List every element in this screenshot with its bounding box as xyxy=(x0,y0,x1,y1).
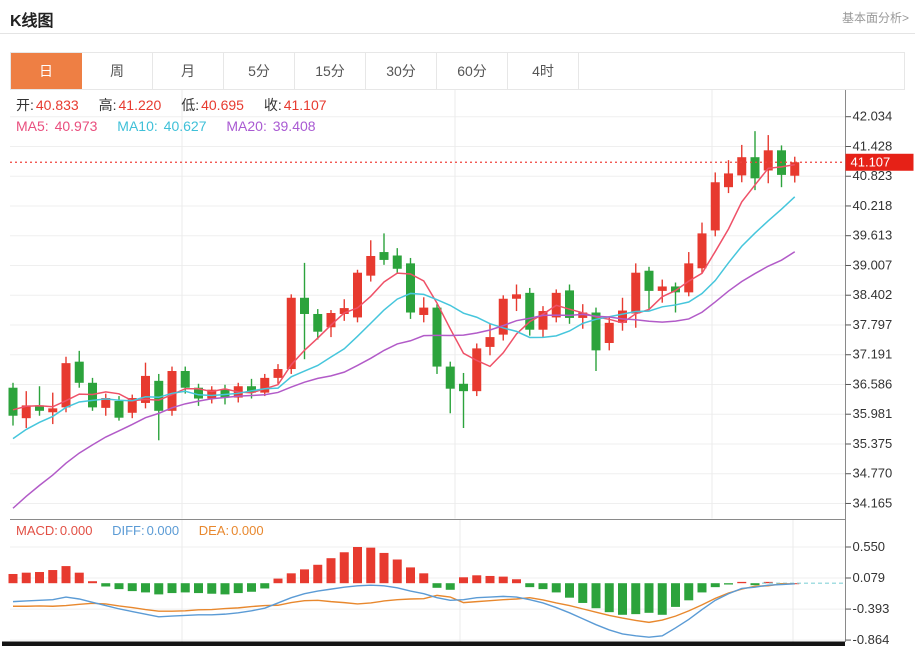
svg-text:41.107: 41.107 xyxy=(851,155,891,170)
open-value: 40.833 xyxy=(35,97,79,113)
macd-value: 0.000 xyxy=(59,523,93,538)
svg-text:-0.864: -0.864 xyxy=(853,632,890,647)
low-label: 低: xyxy=(181,97,200,113)
low-value: 40.695 xyxy=(201,97,244,113)
kline-page: { "header": { "title": "K线图", "link": "基… xyxy=(0,0,915,648)
svg-text:38.402: 38.402 xyxy=(853,287,893,302)
ma20-value: 39.408 xyxy=(272,118,316,134)
macd-label: MACD: xyxy=(16,523,58,538)
ma10-label: MA10: xyxy=(117,118,158,134)
close-value: 41.107 xyxy=(283,97,327,113)
svg-text:37.797: 37.797 xyxy=(853,317,893,332)
svg-text:41.428: 41.428 xyxy=(853,138,893,153)
close-label: 收: xyxy=(263,97,282,113)
svg-text:40.218: 40.218 xyxy=(853,198,893,213)
svg-text:36.586: 36.586 xyxy=(853,376,893,391)
high-label: 高: xyxy=(98,97,117,113)
macd-legend: MACD: 0.000 DIFF: 0.000 DEA: 0.000 xyxy=(16,523,280,538)
ma5-value: 40.973 xyxy=(54,118,98,134)
svg-text:34.770: 34.770 xyxy=(853,466,893,481)
svg-text:0.079: 0.079 xyxy=(853,570,886,585)
svg-text:37.191: 37.191 xyxy=(853,347,893,362)
svg-text:35.981: 35.981 xyxy=(853,406,893,421)
open-label: 开: xyxy=(16,97,34,113)
ma-legend: MA5: 40.973 MA10: 40.627 MA20: 39.408 xyxy=(16,118,332,134)
svg-text:-0.393: -0.393 xyxy=(853,601,890,616)
dea-value: 0.000 xyxy=(231,523,264,538)
svg-text:39.007: 39.007 xyxy=(853,257,893,272)
svg-text:0.550: 0.550 xyxy=(853,539,886,554)
dea-label: DEA: xyxy=(198,523,230,538)
svg-text:39.613: 39.613 xyxy=(853,228,893,243)
diff-value: 0.000 xyxy=(146,523,180,538)
svg-text:42.034: 42.034 xyxy=(853,109,893,124)
ma10-value: 40.627 xyxy=(163,118,207,134)
svg-text:35.375: 35.375 xyxy=(853,436,893,451)
high-value: 41.220 xyxy=(118,97,162,113)
ohlc-legend: 开: 40.833 高: 41.220 低: 40.695 收: 41.107 xyxy=(16,95,343,115)
svg-text:34.165: 34.165 xyxy=(853,495,893,510)
ma5-label: MA5: xyxy=(16,118,49,134)
ma20-label: MA20: xyxy=(226,118,267,134)
diff-label: DIFF: xyxy=(112,523,145,538)
